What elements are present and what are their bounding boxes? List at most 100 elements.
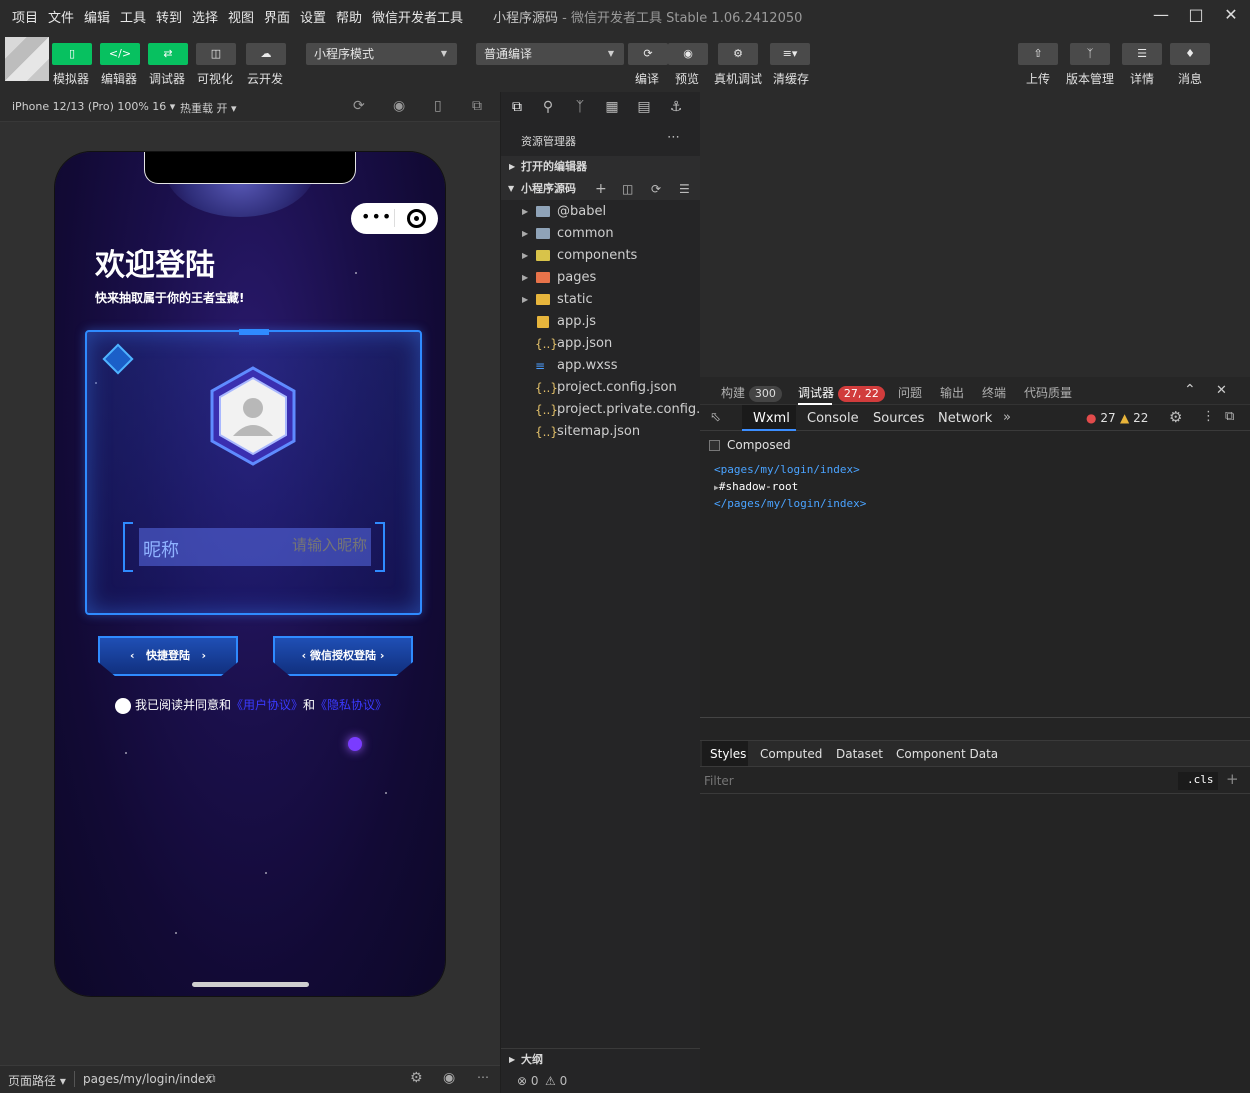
tab-styles[interactable]: Styles bbox=[710, 747, 746, 761]
outline-section[interactable]: ▶ 大纲 bbox=[501, 1048, 700, 1070]
tree-file[interactable]: {..}project.private.config.js... bbox=[501, 399, 700, 421]
collapse-up-icon[interactable]: ⌃ bbox=[1184, 382, 1196, 398]
nickname-input[interactable] bbox=[247, 536, 367, 554]
tree-file[interactable]: app.js bbox=[501, 311, 700, 333]
debugger-icon[interactable]: ⇄ bbox=[148, 43, 188, 65]
tab-debugger[interactable]: 调试器 27, 22 bbox=[798, 384, 885, 402]
styles-filter-input[interactable] bbox=[704, 772, 1174, 790]
hot-reload-toggle[interactable]: 热重载 开 ▾ bbox=[180, 100, 237, 116]
devtools-close-icon[interactable]: ✕ bbox=[1216, 383, 1227, 398]
privacy-link[interactable]: 《隐私协议》 bbox=[315, 698, 387, 712]
tree-folder[interactable]: ▶ static bbox=[501, 289, 700, 311]
preview-icon[interactable]: ◉ bbox=[668, 43, 708, 65]
menu-edit[interactable]: 编辑 bbox=[84, 7, 110, 26]
menu-settings[interactable]: 设置 bbox=[300, 7, 326, 26]
collapse-icon[interactable]: ☰ bbox=[679, 178, 690, 200]
tab-network[interactable]: Network bbox=[938, 411, 992, 426]
cloud-icon[interactable]: ☁ bbox=[246, 43, 286, 65]
shadow-root-node[interactable]: ▶#shadow-root bbox=[714, 480, 798, 493]
add-style-icon[interactable]: + bbox=[1226, 770, 1239, 788]
avatar[interactable] bbox=[5, 37, 49, 81]
dock-icon[interactable]: ⧉ bbox=[1225, 409, 1234, 424]
compile-icon[interactable]: ⟳ bbox=[628, 43, 668, 65]
more-icon[interactable]: ⋯ bbox=[477, 1070, 489, 1084]
tab-dataset[interactable]: Dataset bbox=[836, 747, 883, 761]
tab-component-data[interactable]: Component Data bbox=[896, 747, 998, 761]
docker-icon[interactable]: ⚓ bbox=[667, 99, 685, 117]
simulator-icon[interactable]: ▯ bbox=[52, 43, 92, 65]
kebab-icon[interactable]: ⋮ bbox=[1202, 409, 1215, 424]
close-icon[interactable]: ✕ bbox=[1220, 4, 1242, 26]
tree-file[interactable]: {..} sitemap.json bbox=[501, 421, 700, 443]
tab-console[interactable]: Console bbox=[807, 411, 859, 426]
tab-sources[interactable]: Sources bbox=[873, 411, 924, 426]
menu-view[interactable]: 视图 bbox=[228, 7, 254, 26]
bug-icon[interactable]: ⚙ bbox=[410, 1070, 423, 1086]
cls-toggle[interactable]: .cls bbox=[1187, 773, 1214, 786]
wechat-login-button[interactable]: ‹ 微信授权登陆 › bbox=[273, 636, 413, 676]
user-agreement-link[interactable]: 《用户协议》 bbox=[231, 698, 303, 712]
wxml-open-tag[interactable]: <pages/my/login/index> bbox=[714, 463, 860, 476]
tree-folder[interactable]: ▶ components bbox=[501, 245, 700, 267]
eye-icon[interactable]: ◉ bbox=[443, 1070, 455, 1086]
extensions-icon[interactable]: ▦ bbox=[603, 99, 621, 117]
storage-icon[interactable]: ▤ bbox=[635, 99, 653, 117]
menu-project[interactable]: 项目 bbox=[12, 7, 38, 26]
editor-icon[interactable]: </> bbox=[100, 43, 140, 65]
inspect-icon[interactable]: ⬁ bbox=[710, 410, 721, 425]
minimize-icon[interactable]: — bbox=[1150, 4, 1172, 26]
visual-icon[interactable]: ◫ bbox=[196, 43, 236, 65]
error-counter[interactable]: ● 27 bbox=[1086, 411, 1116, 425]
upload-icon[interactable]: ⇧ bbox=[1018, 43, 1058, 65]
tree-folder[interactable]: ▶ common bbox=[501, 223, 700, 245]
path-label[interactable]: 页面路径 ▾ bbox=[8, 1072, 66, 1089]
menu-interface[interactable]: 界面 bbox=[264, 7, 290, 26]
menu-tools[interactable]: 工具 bbox=[120, 7, 146, 26]
more-icon[interactable]: ••• bbox=[361, 207, 392, 226]
menu-goto[interactable]: 转到 bbox=[156, 7, 182, 26]
new-folder-icon[interactable]: ◫ bbox=[622, 178, 633, 200]
new-file-icon[interactable]: + bbox=[595, 178, 607, 200]
window-icon[interactable]: ⧉ bbox=[472, 98, 482, 114]
detail-icon[interactable]: ☰ bbox=[1122, 43, 1162, 65]
tab-output[interactable]: 输出 bbox=[940, 384, 964, 401]
compile-mode-select[interactable]: 普通编译 ▼ bbox=[476, 43, 624, 65]
stop-icon[interactable]: ◉ bbox=[393, 98, 405, 114]
project-section[interactable]: ▼ 小程序源码 + ◫ ⟳ ☰ bbox=[501, 178, 700, 200]
tab-build[interactable]: 构建 300 bbox=[721, 384, 782, 402]
tab-computed[interactable]: Computed bbox=[760, 747, 822, 761]
open-editors-section[interactable]: ▶ 打开的编辑器 bbox=[501, 156, 700, 178]
explorer-more-icon[interactable]: ⋯ bbox=[667, 130, 680, 145]
exit-icon[interactable] bbox=[407, 209, 426, 228]
git-icon[interactable]: ᛉ bbox=[571, 99, 589, 117]
composed-checkbox[interactable] bbox=[709, 440, 720, 451]
version-icon[interactable]: ᛉ bbox=[1070, 43, 1110, 65]
avatar-placeholder-icon[interactable] bbox=[208, 366, 298, 466]
files-icon[interactable]: ⧉ bbox=[508, 99, 526, 117]
warning-counter[interactable]: ▲ 22 bbox=[1120, 411, 1148, 425]
menu-file[interactable]: 文件 bbox=[48, 7, 74, 26]
search-icon[interactable]: ⚲ bbox=[539, 99, 557, 117]
tree-folder[interactable]: ▶ @babel bbox=[501, 201, 700, 223]
menu-select[interactable]: 选择 bbox=[192, 7, 218, 26]
tree-file[interactable]: ≡ app.wxss bbox=[501, 355, 700, 377]
wxml-close-tag[interactable]: </pages/my/login/index> bbox=[714, 497, 866, 510]
tab-issues[interactable]: 问题 bbox=[898, 384, 922, 401]
tab-code-quality[interactable]: 代码质量 bbox=[1024, 384, 1072, 401]
mode-select[interactable]: 小程序模式 ▼ bbox=[306, 43, 457, 65]
message-icon[interactable]: ♦ bbox=[1170, 43, 1210, 65]
settings-gear-icon[interactable]: ⚙ bbox=[1169, 408, 1182, 426]
menu-help[interactable]: 帮助 bbox=[336, 7, 362, 26]
menu-wechat-devtools[interactable]: 微信开发者工具 bbox=[372, 7, 463, 26]
tab-wxml[interactable]: Wxml bbox=[753, 411, 790, 426]
agree-checkbox[interactable] bbox=[115, 697, 131, 714]
tree-file[interactable]: {..} project.config.json bbox=[501, 377, 700, 399]
problems-status[interactable]: ⊗ 0 ⚠ 0 bbox=[501, 1070, 700, 1093]
maximize-icon[interactable]: □ bbox=[1185, 4, 1207, 26]
copy-icon[interactable]: ⧉ bbox=[207, 1071, 216, 1086]
device-select[interactable]: iPhone 12/13 (Pro) 100% 16 ▾ bbox=[12, 100, 175, 113]
tree-file[interactable]: {..} app.json bbox=[501, 333, 700, 355]
rotate-icon[interactable]: ⟳ bbox=[353, 98, 365, 114]
tab-terminal[interactable]: 终端 bbox=[982, 384, 1006, 401]
more-tabs-icon[interactable]: » bbox=[1003, 410, 1011, 425]
